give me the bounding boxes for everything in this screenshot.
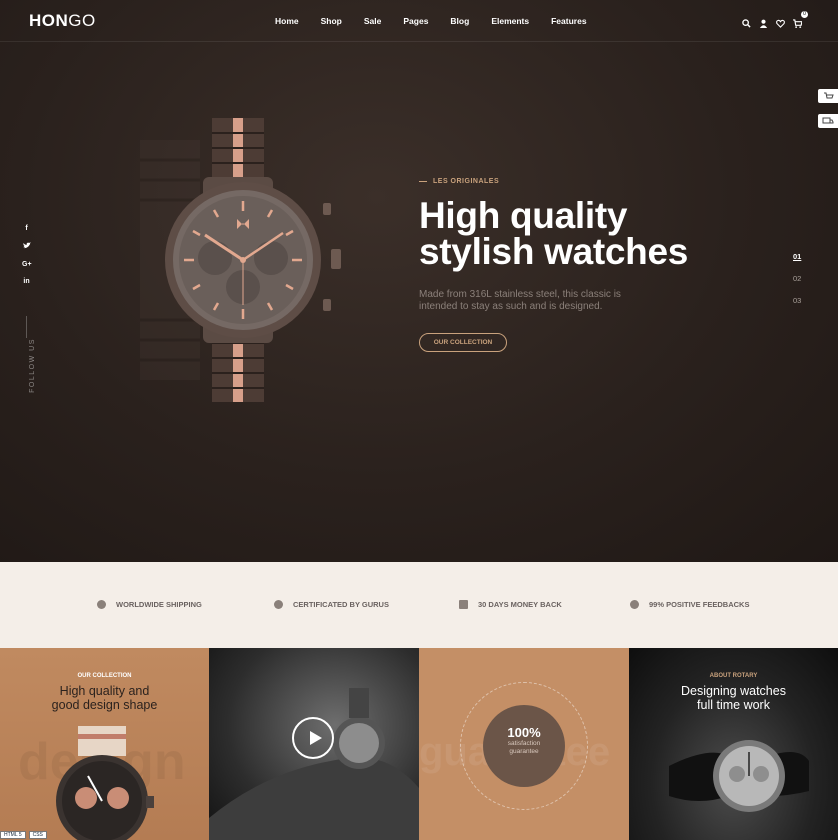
nav-pages[interactable]: Pages	[403, 16, 428, 26]
cart-icon[interactable]: 0	[793, 11, 808, 28]
slide-03[interactable]: 03	[793, 296, 801, 305]
heart-icon[interactable]	[776, 15, 785, 28]
smile-icon	[630, 600, 639, 609]
card-icon	[459, 600, 468, 609]
main-nav: Home Shop Sale Pages Blog Elements Featu…	[275, 16, 609, 26]
hero-section: HONGO Home Shop Sale Pages Blog Elements…	[0, 0, 838, 562]
hero-kicker: LES ORIGINALES	[419, 178, 499, 185]
site-logo[interactable]: HONGO	[29, 11, 96, 31]
guarantee-tile: guarantee 100% satisfaction guarantee	[419, 648, 629, 840]
hero-title: High quality stylish watches	[419, 195, 689, 272]
nav-blog[interactable]: Blog	[450, 16, 469, 26]
site-header: HONGO Home Shop Sale Pages Blog Elements…	[0, 0, 838, 42]
about-kicker: ABOUT ROTARY	[709, 673, 758, 679]
play-video-button[interactable]	[292, 717, 334, 759]
slide-02[interactable]: 02	[793, 274, 801, 283]
collection-kicker: OUR COLLECTION	[77, 673, 132, 679]
slide-pagination: 01 02 03	[793, 252, 801, 305]
features-bar: WORLDWIDE SHIPPING CERTIFICATED BY GURUS…	[0, 562, 838, 648]
side-cart-button[interactable]	[818, 89, 838, 103]
video-tile[interactable]	[209, 648, 419, 840]
header-icons: 0	[742, 11, 808, 28]
side-delivery-button[interactable]	[818, 114, 838, 128]
nav-sale[interactable]: Sale	[364, 16, 382, 26]
about-tile[interactable]: ABOUT ROTARY Designing watches full time…	[629, 648, 838, 840]
feature-money-back: 30 DAYS MONEY BACK	[459, 600, 562, 609]
browser-status-bar: HTML 5 CSS	[0, 831, 47, 839]
nav-features[interactable]: Features	[551, 16, 586, 26]
slide-01[interactable]: 01	[793, 252, 801, 261]
nav-shop[interactable]: Shop	[321, 16, 342, 26]
guarantee-stamp: 100% satisfaction guarantee	[483, 705, 565, 787]
status-html5: HTML 5	[0, 831, 26, 839]
hero-watch-image	[165, 118, 341, 402]
user-icon[interactable]	[759, 15, 768, 28]
facebook-icon[interactable]: f	[22, 225, 31, 232]
collection-tile[interactable]: design OUR COLLECTION High quality and g…	[0, 648, 209, 840]
status-css: CSS	[28, 831, 47, 839]
nav-elements[interactable]: Elements	[491, 16, 529, 26]
search-icon[interactable]	[742, 15, 751, 28]
about-title: Designing watches full time work	[681, 684, 786, 712]
collection-watch-image	[56, 726, 154, 840]
linkedin-icon[interactable]: in	[22, 278, 31, 285]
globe-icon	[97, 600, 106, 609]
badge-icon	[274, 600, 283, 609]
feature-worldwide-shipping: WORLDWIDE SHIPPING	[97, 600, 202, 609]
nav-home[interactable]: Home	[275, 16, 299, 26]
google-plus-icon[interactable]: G+	[22, 261, 32, 268]
hero-description: Made from 316L stainless steel, this cla…	[419, 289, 621, 312]
follow-us-label: FOLLOW US	[28, 338, 36, 393]
feature-certificated: CERTIFICATED BY GURUS	[274, 600, 389, 609]
feature-positive-feedback: 99% POSITIVE FEEDBACKS	[630, 600, 749, 609]
collection-title: High quality and good design shape	[51, 684, 158, 712]
our-collection-button[interactable]: OUR COLLECTION	[419, 333, 507, 352]
follow-divider	[26, 316, 27, 338]
cart-count-badge: 0	[801, 11, 808, 18]
about-watch-image	[669, 740, 809, 812]
social-links: f G+ in	[22, 225, 32, 285]
twitter-icon[interactable]	[22, 242, 31, 251]
